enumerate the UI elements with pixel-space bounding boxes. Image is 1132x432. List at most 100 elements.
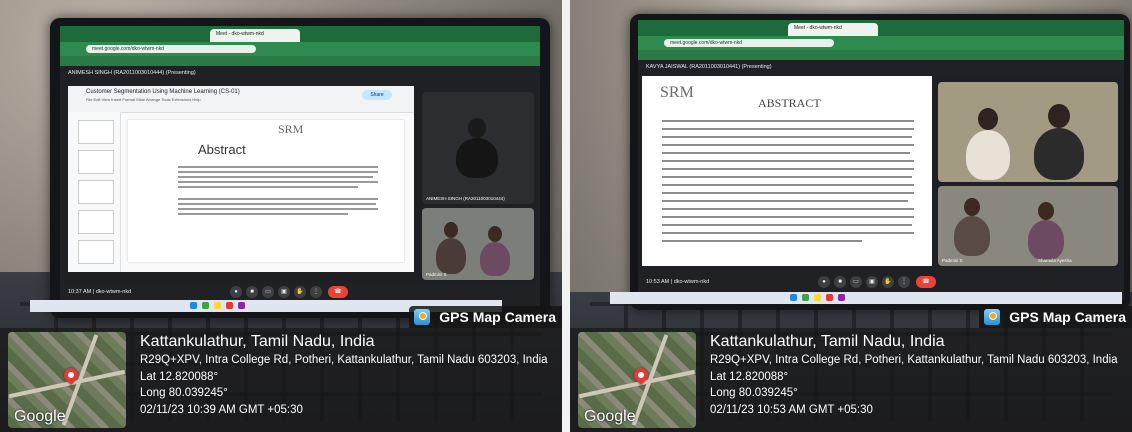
participant-name: Sharmila Ayesha [1038,258,1072,263]
gps-latitude: Lat 12.820088° [710,370,789,383]
slide-heading: ABSTRACT [758,96,821,110]
more-options-icon[interactable]: ⋮ [310,286,322,298]
taskbar-icon[interactable] [226,302,233,309]
camera-icon[interactable]: ■ [834,276,846,288]
share-button[interactable]: Share [362,90,392,100]
browser-tab[interactable]: Meet - dko-wtwm-nkd [788,23,878,36]
laptop-bezel: Meet - dko-wtwm-nkd meet.google.com/dko-… [50,18,550,318]
present-icon[interactable]: ▣ [278,286,290,298]
text-line [178,213,348,215]
taskbar-icon[interactable] [214,302,221,309]
gps-info-panel: Google Kattankulathur, Tamil Nadu, India… [570,328,1132,432]
slide-thumbnail[interactable] [78,120,114,144]
text-line [662,192,914,194]
taskbar-icon[interactable] [238,302,245,309]
meeting-clock: 10:37 AM | dko-wtwm-nkd [68,289,132,295]
participant-tile[interactable]: Padmini S [422,208,534,280]
gps-longitude: Long 80.039245° [140,387,228,399]
text-line [662,128,914,130]
participant-name: Padmini S [942,258,963,263]
gps-city: Kattankulathur, Tamil Nadu, India [710,333,945,350]
browser-url-bar: meet.google.com/dko-wtwm-nkd [60,42,540,56]
participant-tile[interactable] [938,82,1118,182]
text-line [662,224,912,226]
url-field[interactable]: meet.google.com/dko-wtwm-nkd [664,39,834,47]
slide-logo: SRM [278,122,304,136]
google-logo: Google [14,408,66,425]
participant-name: ANIMESH SINGH (RA2011003010444) [426,196,505,201]
taskbar-icon[interactable] [814,294,821,301]
captions-icon[interactable]: ▭ [850,276,862,288]
tab-title: Meet - dko-wtwm-nkd [216,31,264,37]
photo-right: Meet - dko-wtwm-nkd meet.google.com/dko-… [570,0,1132,432]
os-taskbar [610,292,1122,304]
text-line [662,208,914,210]
browser-tab-bar: Meet - dko-wtwm-nkd [60,26,540,42]
url-field[interactable]: meet.google.com/dko-wtwm-nkd [86,45,256,53]
end-call-icon[interactable]: ☎ [328,286,348,298]
text-line [662,144,914,146]
taskbar-icon[interactable] [790,294,797,301]
mic-icon[interactable]: ● [230,286,242,298]
taskbar-icon[interactable] [190,302,197,309]
gps-text: Kattankulathur, Tamil Nadu, India R29Q+X… [710,332,1128,418]
text-line [178,198,378,200]
slide-logo: SRM [660,84,694,101]
more-options-icon[interactable]: ⋮ [898,276,910,288]
taskbar-icon[interactable] [826,294,833,301]
participant-tile[interactable]: Padmini S Sharmila Ayesha [938,186,1118,266]
slides-toolbar: Customer Segmentation Using Machine Lear… [68,86,414,113]
taskbar-icon[interactable] [802,294,809,301]
raise-hand-icon[interactable]: ✋ [294,286,306,298]
browser-tab[interactable]: Meet - dko-wtwm-nkd [210,29,300,42]
gps-camera-app-icon [984,309,1001,325]
slide-thumbnail[interactable] [78,240,114,264]
end-call-icon[interactable]: ☎ [916,276,936,288]
slide-thumbnail[interactable] [78,150,114,174]
text-line [662,200,908,202]
text-line [178,203,376,205]
google-logo: Google [584,408,636,425]
slide-thumbnails [68,112,121,272]
gps-latitude: Lat 12.820088° [140,370,219,383]
present-icon[interactable]: ▣ [866,276,878,288]
captions-icon[interactable]: ▭ [262,286,274,298]
slide-thumbnail[interactable] [78,210,114,234]
tab-title: Meet - dko-wtwm-nkd [794,25,842,31]
raise-hand-icon[interactable]: ✋ [882,276,894,288]
text-line [662,152,910,154]
gps-city: Kattankulathur, Tamil Nadu, India [140,333,375,350]
gps-address: R29Q+XPV, Intra College Rd, Potheri, Kat… [710,354,1118,366]
camera-icon[interactable]: ■ [246,286,258,298]
taskbar-icon[interactable] [838,294,845,301]
slide-thumbnail[interactable] [78,180,114,204]
text-line [662,232,914,234]
text-line [178,208,378,210]
meet-controls: 10:53 AM | dko-wtwm-nkd ● ■ ▭ ▣ ✋ ⋮ ☎ [638,272,1124,294]
text-line [178,176,373,178]
mic-icon[interactable]: ● [818,276,830,288]
meet-header: ANIMESH SINGH (RA2011003010444) (Present… [60,66,540,80]
gps-camera-label: GPS Map Camera [439,309,556,325]
doc-title: Customer Segmentation Using Machine Lear… [86,89,240,95]
shared-presentation: Customer Segmentation Using Machine Lear… [68,86,414,272]
text-line [662,168,914,170]
photo-left: Meet - dko-wtwm-nkd meet.google.com/dko-… [0,0,562,432]
photo-divider [562,0,570,432]
gps-address: R29Q+XPV, Intra College Rd, Potheri, Kat… [140,354,548,366]
meeting-clock: 10:53 AM | dko-wtwm-nkd [646,279,710,285]
text-line [178,171,378,173]
gps-text: Kattankulathur, Tamil Nadu, India R29Q+X… [140,332,558,418]
taskbar-icon[interactable] [202,302,209,309]
text-line [662,120,914,122]
browser-url-bar: meet.google.com/dko-wtwm-nkd [638,36,1124,50]
location-map: Google [8,332,126,428]
laptop-bezel: Meet - dko-wtwm-nkd meet.google.com/dko-… [630,14,1130,310]
gps-info-panel: Google Kattankulathur, Tamil Nadu, India… [0,328,562,432]
participant-name: Padmini S [426,272,447,277]
gps-datetime: 02/11/23 10:53 AM GMT +05:30 [710,403,873,416]
meet-header: KAVYA JAISWAL (RA2011003010441) (Present… [638,60,1124,74]
presenting-label: ANIMESH SINGH (RA2011003010444) (Present… [68,70,196,76]
participant-tile[interactable]: ANIMESH SINGH (RA2011003010444) [422,92,534,204]
laptop-screen: Meet - dko-wtwm-nkd meet.google.com/dko-… [638,20,1124,300]
